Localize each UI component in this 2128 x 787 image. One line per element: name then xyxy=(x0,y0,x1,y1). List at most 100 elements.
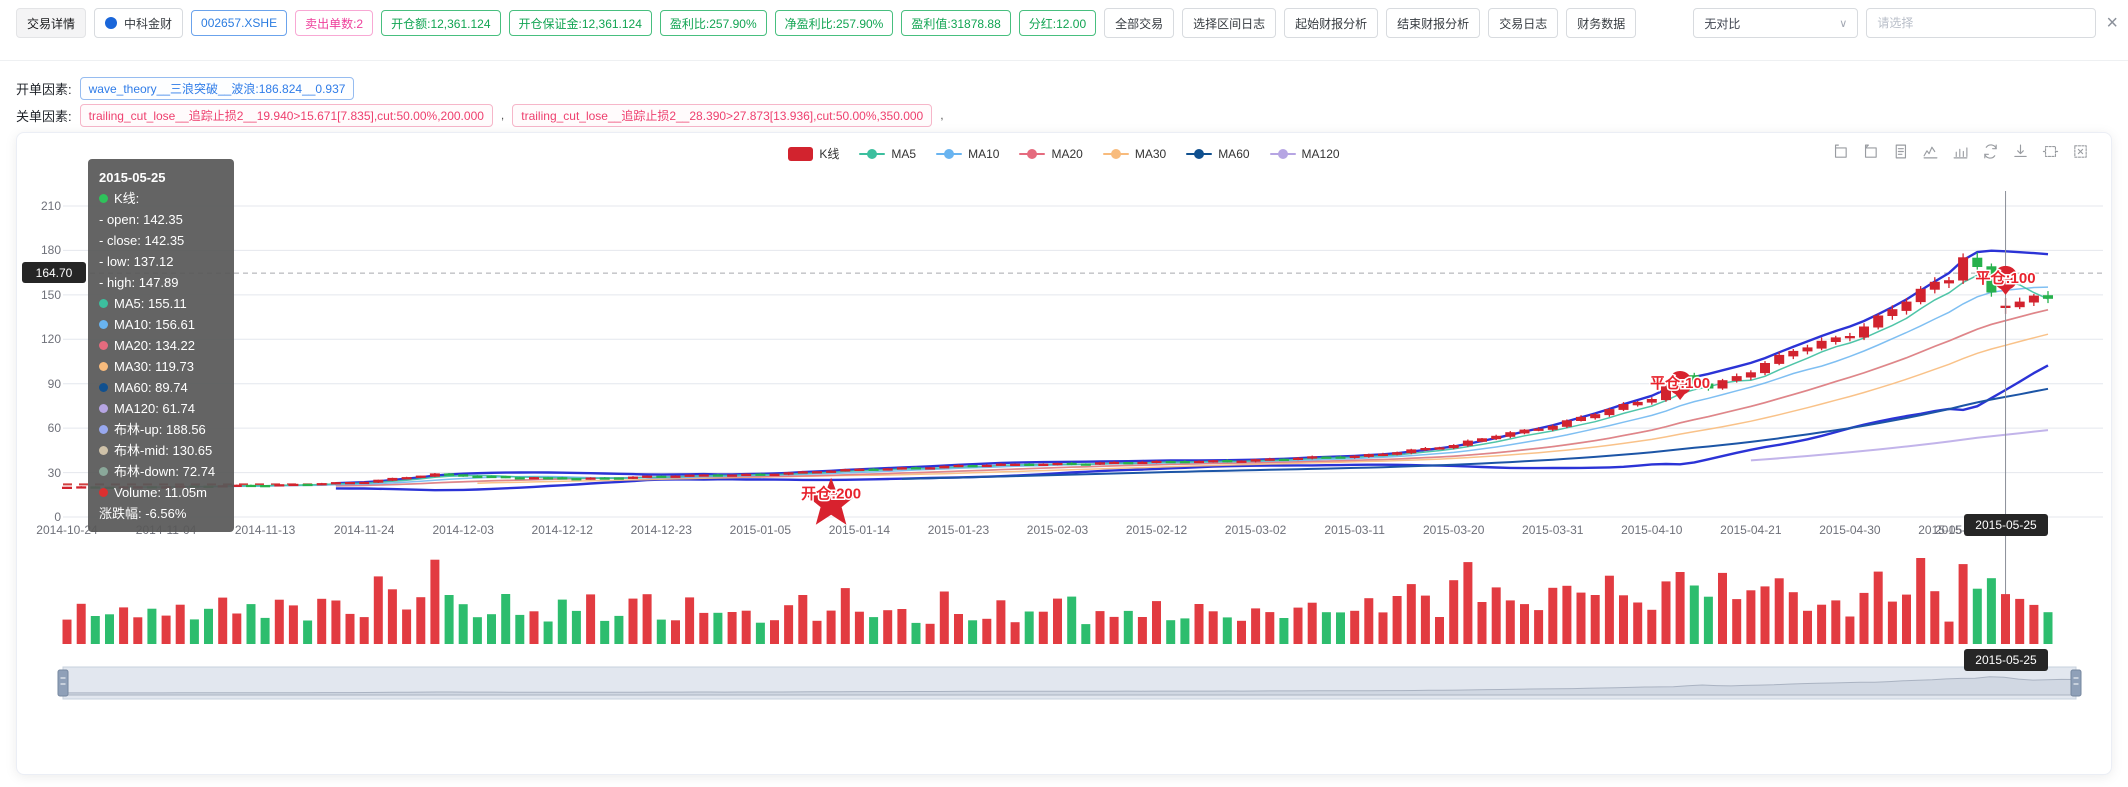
stat-badges: 开仓额:12,361.124开仓保证金:12,361.124盈利比:257.90… xyxy=(381,10,1096,36)
tooltip-text: - close: 142.35 xyxy=(99,230,184,251)
open-factor-label: 开单因素: xyxy=(16,79,72,98)
tooltip-text: MA120: 61.74 xyxy=(114,398,195,419)
stock-dot-icon xyxy=(105,17,117,29)
brush-clear-icon[interactable] xyxy=(2072,143,2089,160)
brush-select-icon[interactable] xyxy=(2042,143,2059,160)
legend-item-MA20[interactable]: MA20 xyxy=(1019,145,1082,162)
x-tick-label: 2015-03-31 xyxy=(1522,523,1583,537)
separator: , xyxy=(940,108,943,122)
candlestick-chart[interactable]: 开仓:200平仓:100平仓:100 xyxy=(17,133,2113,776)
legend-item-K线[interactable]: K线 xyxy=(788,145,839,162)
tooltip-row: Volume: 11.05m xyxy=(99,482,223,503)
x-tick-label: 2014-11-13 xyxy=(235,523,296,537)
tooltip-series-dot xyxy=(99,404,108,413)
x-tick-label: 2015-02-12 xyxy=(1126,523,1187,537)
tooltip-text: 布林-up: 188.56 xyxy=(114,419,206,440)
legend-item-MA5[interactable]: MA5 xyxy=(859,145,916,162)
legend-item-MA60[interactable]: MA60 xyxy=(1186,145,1249,162)
legend-item-MA30[interactable]: MA30 xyxy=(1103,145,1166,162)
tooltip-row: MA10: 156.61 xyxy=(99,314,223,335)
tooltip-series-dot xyxy=(99,362,108,371)
legend-swatch-line xyxy=(859,147,885,161)
close-icon[interactable]: × xyxy=(2104,8,2120,38)
x-tick-label: 2014-12-12 xyxy=(532,523,593,537)
x-tick-label: 2015-03-11 xyxy=(1324,523,1385,537)
tooltip-text: - open: 142.35 xyxy=(99,209,183,230)
tooltip-series-dot xyxy=(99,194,108,203)
tooltip-series-dot xyxy=(99,467,108,476)
trade-detail-button[interactable]: 交易详情 xyxy=(16,8,86,38)
toolbar-button[interactable]: 选择区间日志 xyxy=(1182,8,1276,38)
legend-item-MA120[interactable]: MA120 xyxy=(1270,145,1340,162)
toolbar-divider xyxy=(0,60,2128,61)
tooltip-text: 布林-down: 72.74 xyxy=(114,461,215,482)
x-tick-label: 2015-03-20 xyxy=(1423,523,1484,537)
y-tick-label: 30 xyxy=(17,466,61,480)
legend-swatch-line xyxy=(936,147,962,161)
tooltip-text: Volume: 11.05m xyxy=(114,482,207,503)
tooltip-row: MA60: 89.74 xyxy=(99,377,223,398)
toolbar-button[interactable]: 交易日志 xyxy=(1488,8,1558,38)
toolbar-button[interactable]: 起始财报分析 xyxy=(1284,8,1378,38)
legend-label: MA5 xyxy=(891,147,916,161)
stat-badge: 盈利值:31878.88 xyxy=(901,10,1010,36)
compare-select[interactable]: 无对比 ∨ xyxy=(1693,8,1858,38)
legend-label: MA10 xyxy=(968,147,999,161)
stock-name-button[interactable]: 中科金财 xyxy=(94,8,183,38)
tooltip-row: MA5: 155.11 xyxy=(99,293,223,314)
toolbar-button[interactable]: 结束财报分析 xyxy=(1386,8,1480,38)
legend-label: MA60 xyxy=(1218,147,1249,161)
tooltip-series-dot xyxy=(99,299,108,308)
tooltip-series-dot xyxy=(99,446,108,455)
chart-legend: K线 MA5 MA10 MA20 MA30 MA60 MA120 xyxy=(17,145,2111,162)
legend-item-MA10[interactable]: MA10 xyxy=(936,145,999,162)
tooltip-row: 布林-up: 188.56 xyxy=(99,419,223,440)
tooltip-rows: K线:- open: 142.35- close: 142.35- low: 1… xyxy=(99,188,223,524)
x-tick-label: 2015-04-10 xyxy=(1621,523,1682,537)
y-tick-label: 60 xyxy=(17,421,61,435)
tooltip-text: MA30: 119.73 xyxy=(114,356,194,377)
tooltip-text: - high: 147.89 xyxy=(99,272,179,293)
legend-label: MA20 xyxy=(1051,147,1082,161)
y-tick-label: 0 xyxy=(17,510,61,524)
line-chart-icon[interactable] xyxy=(1922,143,1939,160)
search-input[interactable] xyxy=(1866,8,2096,38)
svg-text:平仓:100: 平仓:100 xyxy=(1650,374,1710,392)
tooltip-text: 涨跌幅: -6.56% xyxy=(99,503,186,524)
zoom-box-icon[interactable] xyxy=(1832,143,1849,160)
trade-detail-page: 交易详情 中科金财 002657.XSHE 卖出单数:2 开仓额:12,361.… xyxy=(0,0,2128,787)
close-factor-badge: trailing_cut_lose__追踪止损2__28.390>27.873[… xyxy=(512,104,932,127)
toolbar-buttons: 全部交易选择区间日志起始财报分析结束财报分析交易日志财务数据 xyxy=(1104,8,1636,38)
tooltip-row: MA30: 119.73 xyxy=(99,356,223,377)
bar-chart-icon[interactable] xyxy=(1952,143,1969,160)
separator: , xyxy=(501,108,504,122)
tooltip-series-dot xyxy=(99,488,108,497)
y-tick-label: 210 xyxy=(17,199,61,213)
tooltip-row: 布林-mid: 130.65 xyxy=(99,440,223,461)
chart-toolbox xyxy=(1832,143,2089,160)
y-tick-label: 90 xyxy=(17,377,61,391)
stat-badge: 开仓额:12,361.124 xyxy=(381,10,500,36)
legend-label: K线 xyxy=(819,145,839,162)
sell-count-badge: 卖出单数:2 xyxy=(295,10,373,36)
open-factor-row: 开单因素: wave_theory__三浪突破__波浪:186.824__0.9… xyxy=(16,76,354,100)
x-tick-label: 2014-12-03 xyxy=(432,523,493,537)
zoom-reset-icon[interactable] xyxy=(1862,143,1879,160)
restore-icon[interactable] xyxy=(1982,143,1999,160)
tooltip-series-dot xyxy=(99,320,108,329)
compare-select-value: 无对比 xyxy=(1704,15,1740,32)
download-icon[interactable] xyxy=(2012,143,2029,160)
legend-label: MA30 xyxy=(1135,147,1166,161)
toolbar-button[interactable]: 财务数据 xyxy=(1566,8,1636,38)
toolbar-button[interactable]: 全部交易 xyxy=(1104,8,1174,38)
tooltip-row: MA120: 61.74 xyxy=(99,398,223,419)
x-tick-label: 2015-03-02 xyxy=(1225,523,1286,537)
tooltip-row: MA20: 134.22 xyxy=(99,335,223,356)
stat-badge: 分红:12.00 xyxy=(1019,10,1096,36)
x-tick-label: 2015-02-03 xyxy=(1027,523,1088,537)
data-view-icon[interactable] xyxy=(1892,143,1909,160)
top-toolbar: 交易详情 中科金财 002657.XSHE 卖出单数:2 开仓额:12,361.… xyxy=(16,8,2120,38)
tooltip-row: - open: 142.35 xyxy=(99,209,223,230)
stock-code-badge: 002657.XSHE xyxy=(191,10,287,36)
chart-card: 开仓:200平仓:100平仓:100 K线MA5MA10MA20MA30MA60… xyxy=(16,132,2112,775)
